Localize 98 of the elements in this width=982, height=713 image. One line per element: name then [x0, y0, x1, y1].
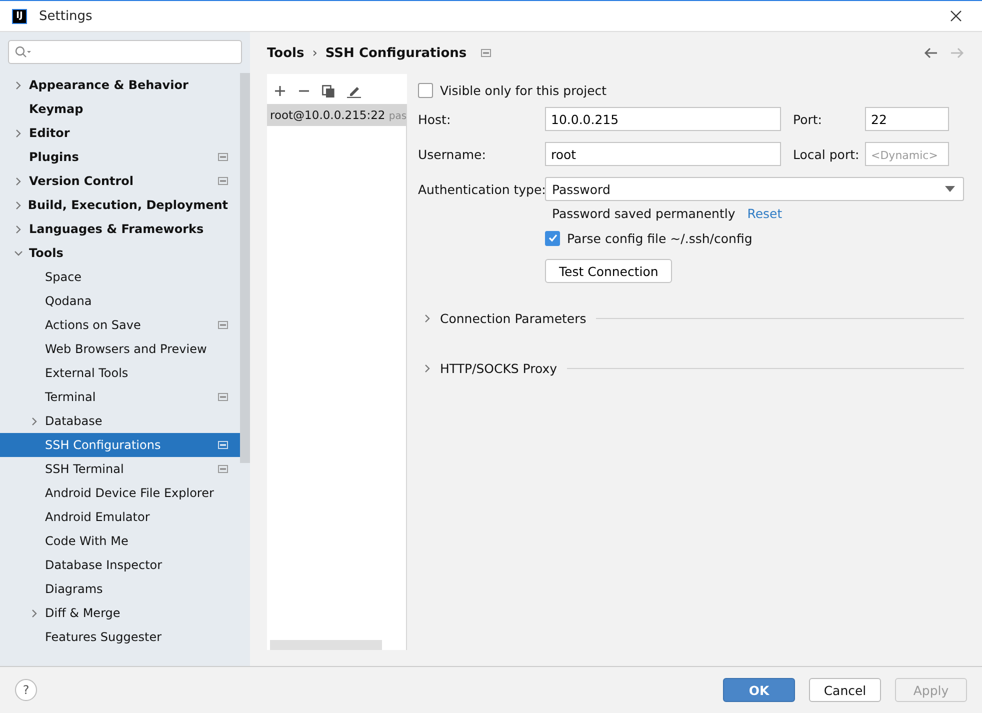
tree-item[interactable]: Database Inspector [0, 553, 240, 577]
field-label: Username: [418, 146, 487, 162]
tree-item-label: Languages & Frameworks [29, 222, 205, 236]
tree-item[interactable]: Terminal [0, 385, 240, 409]
breadcrumb-separator: › [312, 46, 318, 60]
tree-item[interactable]: Features Suggester [0, 625, 240, 649]
tree-item[interactable]: Diagrams [0, 577, 240, 601]
tree-item-label: Android Device File Explorer [45, 486, 215, 500]
dialog-button[interactable]: Cancel [809, 678, 881, 702]
tree-item[interactable]: External Tools [0, 361, 240, 385]
field-label: Port: [793, 112, 823, 126]
chevron-right-icon[interactable] [14, 176, 23, 186]
field-label: Authentication type: [418, 182, 545, 196]
chevron-right-icon[interactable] [14, 80, 23, 90]
tree-item-label: Appearance & Behavior [29, 78, 190, 92]
breadcrumb-item[interactable]: SSH Configurations [325, 46, 467, 60]
tree-item-label: Diagrams [45, 582, 104, 596]
checkbox[interactable] [545, 230, 560, 246]
tree-item-label: External Tools [45, 366, 130, 380]
field-label: Local port: [793, 146, 860, 162]
tree-item[interactable]: Android Emulator [0, 505, 240, 529]
scrollbar[interactable] [240, 73, 250, 463]
tree-item-label: Tools [29, 246, 64, 260]
chevron-right-icon[interactable] [423, 314, 432, 322]
tree-item[interactable]: Appearance & Behavior [0, 73, 240, 97]
search-icon [15, 46, 33, 58]
tree-item-label: Build, Execution, Deployment [28, 198, 228, 212]
dialog-button[interactable]: OK [723, 678, 795, 702]
chevron-right-icon[interactable] [14, 128, 23, 138]
search-field[interactable] [8, 40, 242, 64]
configuration-item[interactable]: root@10.0.0.215:22 pas [267, 104, 406, 126]
tree-item[interactable]: Code With Me [0, 529, 240, 553]
edit-icon[interactable] [347, 84, 361, 98]
reset-link[interactable]: Reset [747, 206, 782, 220]
add-icon[interactable] [274, 85, 286, 97]
copy-icon[interactable] [322, 84, 335, 98]
tree-item-label: SSH Terminal [45, 462, 125, 476]
tree-item[interactable]: Web Browsers and Preview [0, 337, 240, 361]
password-note: Password saved permanently [552, 206, 736, 220]
back-arrow-icon[interactable] [924, 47, 938, 59]
tree-item-label: Terminal [45, 390, 97, 404]
username-field[interactable]: root [545, 142, 781, 166]
app-logo: IJ [12, 8, 27, 24]
dropdown-caret-icon [945, 186, 955, 192]
local-port-field[interactable]: <Dynamic> [865, 142, 949, 166]
tree-item-label: Qodana [45, 294, 93, 308]
tree-item[interactable]: Database [0, 409, 240, 433]
tree-item-label: Android Emulator [45, 510, 151, 524]
tree-item-label: Plugins [29, 150, 80, 164]
tree-item-label: Editor [29, 126, 71, 140]
tree-item-label: Web Browsers and Preview [45, 342, 208, 356]
chevron-down-icon[interactable] [14, 248, 23, 258]
tree-item[interactable]: Tools [0, 241, 240, 265]
project-scope-icon [480, 49, 491, 57]
auth-type-dropdown[interactable]: Password [545, 177, 964, 201]
tree-item[interactable]: Keymap [0, 97, 240, 121]
host-field[interactable]: 10.0.0.215 [545, 107, 781, 131]
tree-item-label: Database Inspector [45, 558, 164, 572]
chevron-right-icon[interactable] [14, 224, 23, 234]
tree-item[interactable]: Space [0, 265, 240, 289]
help-button[interactable]: ? [15, 679, 37, 701]
tree-item[interactable]: Diff & Merge [0, 601, 240, 625]
chevron-right-icon[interactable] [30, 608, 39, 618]
tree-item-label: Code With Me [45, 534, 130, 548]
port-field[interactable]: 22 [865, 107, 949, 131]
scrollbar[interactable] [270, 640, 382, 650]
tree-item-label: Database [45, 414, 104, 428]
tree-item[interactable]: SSH Configurations [0, 433, 240, 457]
field-label: Host: [418, 112, 452, 126]
section-title[interactable]: Connection Parameters [440, 310, 586, 326]
check-icon [548, 233, 558, 243]
breadcrumb-item[interactable]: Tools [267, 46, 304, 60]
tree-item[interactable]: Version Control [0, 169, 240, 193]
tree-item[interactable]: SSH Terminal [0, 457, 240, 481]
tree-item[interactable]: Android Device File Explorer [0, 481, 240, 505]
tree-item-label: Actions on Save [45, 318, 142, 332]
tree-item-label: Features Suggester [45, 630, 163, 644]
tree-item-label: Keymap [29, 102, 84, 116]
test-connection-button[interactable]: Test Connection [545, 259, 672, 283]
chevron-right-icon[interactable] [30, 416, 39, 426]
tree-item-label: Version Control [29, 174, 135, 188]
tree-item[interactable]: Qodana [0, 289, 240, 313]
tree-item-label: Space [45, 270, 83, 284]
tree-item-label: Diff & Merge [45, 606, 122, 620]
chevron-right-icon[interactable] [423, 364, 432, 372]
tree-item[interactable]: Plugins [0, 145, 240, 169]
checkbox-label: Parse config file ~/.ssh/config [567, 230, 752, 246]
tree-item[interactable]: Build, Execution, Deployment [0, 193, 240, 217]
tree-item[interactable]: Actions on Save [0, 313, 240, 337]
section-title[interactable]: HTTP/SOCKS Proxy [440, 360, 558, 376]
tree-item-label: SSH Configurations [45, 438, 162, 452]
close-icon[interactable] [950, 10, 962, 22]
window-title: Settings [39, 8, 94, 24]
checkbox-label: Visible only for this project [440, 82, 607, 98]
checkbox[interactable] [418, 82, 433, 98]
tree-item[interactable]: Languages & Frameworks [0, 217, 240, 241]
chevron-right-icon[interactable] [14, 200, 23, 210]
tree-item[interactable]: Editor [0, 121, 240, 145]
